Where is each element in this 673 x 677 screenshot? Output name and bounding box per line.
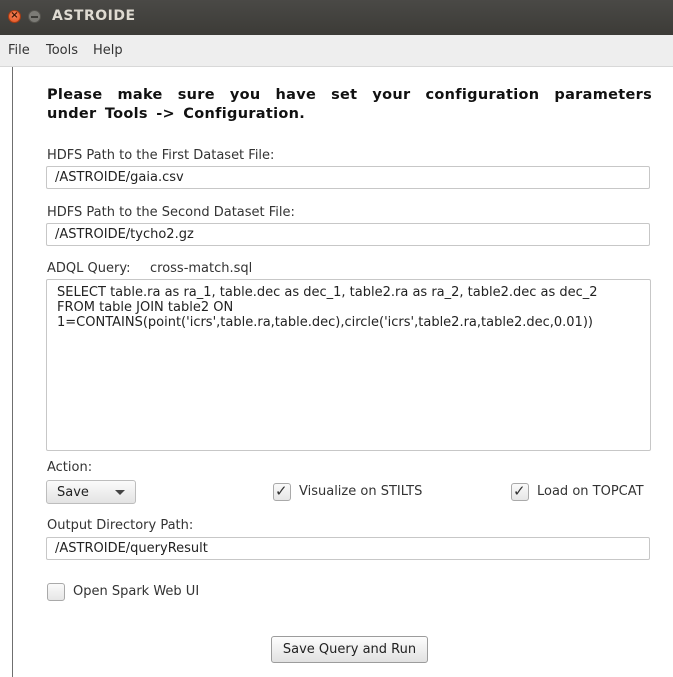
load-topcat-checkbox[interactable]: ✓ bbox=[511, 482, 529, 501]
save-query-and-run-button[interactable]: Save Query and Run bbox=[271, 636, 428, 663]
menu-bar: File Tools Help bbox=[0, 35, 673, 67]
close-icon: × bbox=[10, 10, 19, 21]
adql-query-label: ADQL Query: bbox=[47, 261, 131, 276]
load-topcat-option[interactable]: ✓ Load on TOPCAT bbox=[511, 482, 651, 503]
chevron-down-icon bbox=[115, 490, 125, 495]
load-topcat-label: Load on TOPCAT bbox=[537, 484, 644, 499]
action-label: Action: bbox=[47, 460, 93, 475]
spark-web-ui-checkbox[interactable] bbox=[47, 583, 65, 601]
minimize-button[interactable] bbox=[28, 10, 41, 23]
check-icon: ✓ bbox=[275, 482, 288, 500]
spark-web-ui-option[interactable]: Open Spark Web UI bbox=[47, 583, 217, 603]
visualize-stilts-label: Visualize on STILTS bbox=[299, 484, 423, 499]
second-dataset-input[interactable]: /ASTROIDE/tycho2.gz bbox=[46, 223, 650, 246]
spark-web-ui-label: Open Spark Web UI bbox=[73, 584, 200, 599]
minimize-icon bbox=[31, 16, 38, 18]
action-selected-value: Save bbox=[57, 485, 89, 500]
output-directory-input[interactable]: /ASTROIDE/queryResult bbox=[46, 537, 650, 560]
window-title: ASTROIDE bbox=[52, 8, 136, 24]
configuration-notice: Please make sure you have set your confi… bbox=[47, 87, 652, 122]
query-file-name: cross-match.sql bbox=[150, 261, 253, 276]
first-dataset-input[interactable]: /ASTROIDE/gaia.csv bbox=[46, 166, 650, 189]
check-icon: ✓ bbox=[513, 482, 526, 500]
first-dataset-label: HDFS Path to the First Dataset File: bbox=[47, 148, 275, 163]
menu-tools[interactable]: Tools bbox=[46, 43, 78, 58]
menu-help[interactable]: Help bbox=[93, 43, 123, 58]
title-bar: × ASTROIDE bbox=[0, 0, 673, 35]
menu-file[interactable]: File bbox=[8, 43, 30, 58]
adql-query-textarea[interactable]: SELECT table.ra as ra_1, table.dec as de… bbox=[46, 279, 651, 451]
close-button[interactable]: × bbox=[8, 10, 21, 23]
panel-border bbox=[12, 67, 13, 677]
visualize-stilts-checkbox[interactable]: ✓ bbox=[273, 482, 291, 501]
visualize-stilts-option[interactable]: ✓ Visualize on STILTS bbox=[273, 482, 443, 503]
output-directory-label: Output Directory Path: bbox=[47, 518, 194, 533]
action-select[interactable]: Save bbox=[46, 480, 136, 504]
second-dataset-label: HDFS Path to the Second Dataset File: bbox=[47, 205, 295, 220]
